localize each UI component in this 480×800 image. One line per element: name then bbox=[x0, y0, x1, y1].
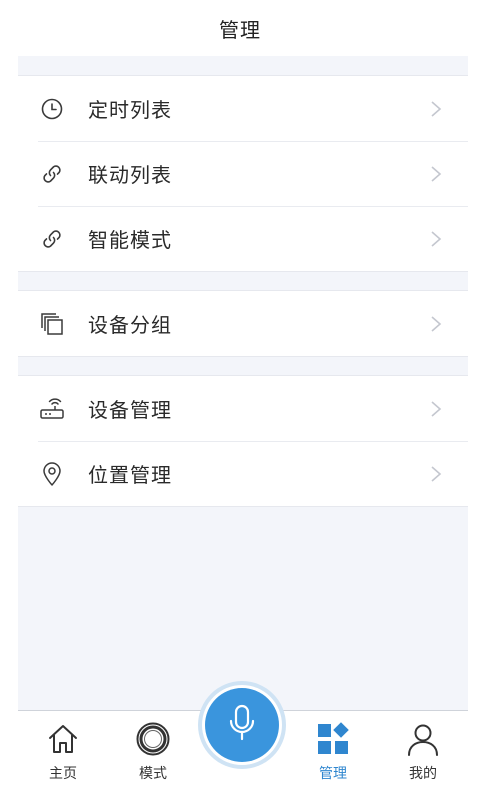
voice-button[interactable] bbox=[205, 688, 279, 762]
link-icon bbox=[38, 160, 66, 188]
chevron-right-icon bbox=[431, 230, 442, 247]
clock-icon bbox=[38, 95, 66, 123]
group-schedules: 定时列表 联动列表 智能模式 bbox=[18, 75, 468, 272]
tab-label: 管理 bbox=[319, 766, 347, 782]
list-item-linkage-list[interactable]: 联动列表 bbox=[18, 141, 468, 206]
tab-label: 我的 bbox=[409, 766, 437, 782]
list-item-location-management[interactable]: 位置管理 bbox=[18, 441, 468, 506]
group-device-management: 设备管理 位置管理 bbox=[18, 375, 468, 507]
list-item-timer-list[interactable]: 定时列表 bbox=[18, 76, 468, 141]
list-item-label: 智能模式 bbox=[88, 228, 172, 252]
tab-me[interactable]: 我的 bbox=[378, 711, 468, 791]
user-icon bbox=[405, 721, 441, 757]
list-item-label: 设备管理 bbox=[88, 398, 172, 422]
location-pin-icon bbox=[38, 460, 66, 488]
list-item-label: 联动列表 bbox=[88, 163, 172, 187]
home-icon bbox=[45, 721, 81, 757]
tab-mode[interactable]: 模式 bbox=[108, 711, 198, 791]
tab-label: 主页 bbox=[49, 766, 77, 782]
list-item-label: 设备分组 bbox=[88, 313, 172, 337]
chevron-right-icon bbox=[431, 165, 442, 182]
voice-button-ring bbox=[202, 685, 282, 765]
list-item-device-grouping[interactable]: 设备分组 bbox=[18, 291, 468, 356]
grid-icon bbox=[315, 721, 351, 757]
stack-icon bbox=[38, 310, 66, 338]
tab-manage[interactable]: 管理 bbox=[288, 711, 378, 791]
chevron-right-icon bbox=[431, 465, 442, 482]
page-title: 管理 bbox=[219, 17, 261, 42]
tab-home[interactable]: 主页 bbox=[18, 711, 108, 791]
list-item-label: 定时列表 bbox=[88, 98, 172, 122]
management-list: 定时列表 联动列表 智能模式 设备分组 设备管理 位置管理 bbox=[18, 56, 468, 710]
app-screen: 管理 定时列表 联动列表 智能模式 设备分组 设备管理 位置管理 主页 模式 管… bbox=[0, 0, 480, 800]
router-icon bbox=[38, 395, 66, 423]
microphone-icon bbox=[227, 703, 257, 747]
list-item-smart-mode[interactable]: 智能模式 bbox=[18, 206, 468, 271]
chevron-right-icon bbox=[431, 315, 442, 332]
chevron-right-icon bbox=[431, 400, 442, 417]
group-device-groups: 设备分组 bbox=[18, 290, 468, 357]
list-item-device-management[interactable]: 设备管理 bbox=[18, 376, 468, 441]
chevron-right-icon bbox=[431, 100, 442, 117]
tab-label: 模式 bbox=[139, 766, 167, 782]
ring-icon bbox=[135, 721, 171, 757]
header-bar: 管理 bbox=[0, 0, 480, 56]
link-icon bbox=[38, 225, 66, 253]
list-item-label: 位置管理 bbox=[88, 463, 172, 487]
